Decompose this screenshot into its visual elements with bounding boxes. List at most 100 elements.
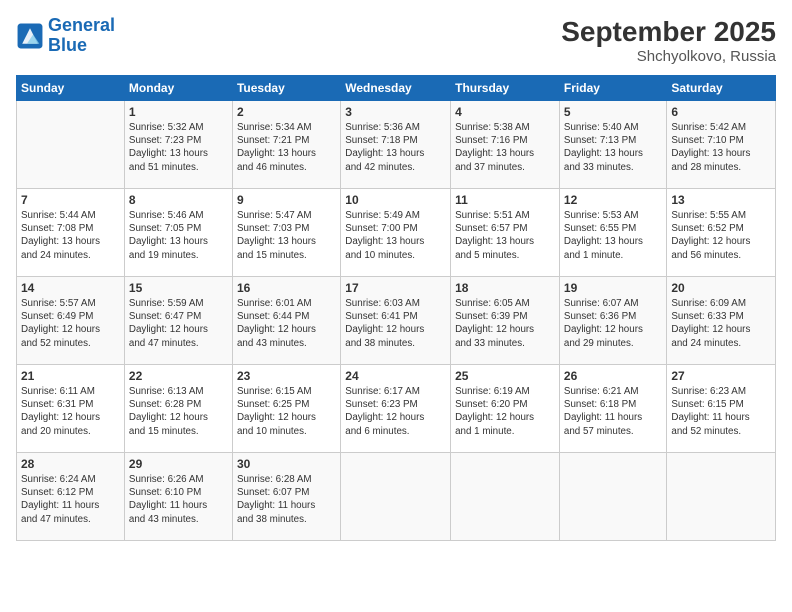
day-info: Sunrise: 6:05 AM Sunset: 6:39 PM Dayligh… [455,297,555,350]
col-wednesday: Wednesday [341,76,451,101]
day-info: Sunrise: 5:49 AM Sunset: 7:00 PM Dayligh… [345,209,446,262]
page-header: General Blue September 2025 Shchyolkovo,… [16,16,776,65]
day-number: 23 [237,369,336,383]
day-info: Sunrise: 6:21 AM Sunset: 6:18 PM Dayligh… [564,385,662,438]
day-info: Sunrise: 5:36 AM Sunset: 7:18 PM Dayligh… [345,121,446,174]
day-number: 8 [129,193,228,207]
col-tuesday: Tuesday [232,76,340,101]
table-cell: 21 Sunrise: 6:11 AM Sunset: 6:31 PM Dayli… [17,365,125,453]
day-info: Sunrise: 5:34 AM Sunset: 7:21 PM Dayligh… [237,121,336,174]
location-subtitle: Shchyolkovo, Russia [561,48,776,65]
table-cell: 15 Sunrise: 5:59 AM Sunset: 6:47 PM Dayli… [124,277,232,365]
table-cell: 7 Sunrise: 5:44 AM Sunset: 7:08 PM Daylig… [17,189,125,277]
day-number: 24 [345,369,446,383]
table-cell: 5Sunrise: 5:40 AM Sunset: 7:13 PM Daylig… [559,101,666,189]
day-info: Sunrise: 5:46 AM Sunset: 7:05 PM Dayligh… [129,209,228,262]
logo-line1: General [48,15,115,35]
month-title: September 2025 [561,16,776,48]
table-cell: 13 Sunrise: 5:55 AM Sunset: 6:52 PM Dayli… [667,189,776,277]
table-cell: 11 Sunrise: 5:51 AM Sunset: 6:57 PM Dayli… [451,189,560,277]
day-info: Sunrise: 6:13 AM Sunset: 6:28 PM Dayligh… [129,385,228,438]
day-number: 20 [671,281,771,295]
day-number: 21 [21,369,120,383]
week-row-4: 21 Sunrise: 6:11 AM Sunset: 6:31 PM Dayli… [17,365,776,453]
table-cell: 2 Sunrise: 5:34 AM Sunset: 7:21 PM Daylig… [232,101,340,189]
day-number: 15 [129,281,228,295]
day-number: 13 [671,193,771,207]
col-saturday: Saturday [667,76,776,101]
table-cell: 25Sunrise: 6:19 AM Sunset: 6:20 PM Dayli… [451,365,560,453]
table-cell: 10 Sunrise: 5:49 AM Sunset: 7:00 PM Dayli… [341,189,451,277]
table-cell: 8 Sunrise: 5:46 AM Sunset: 7:05 PM Daylig… [124,189,232,277]
day-info: Sunrise: 6:17 AM Sunset: 6:23 PM Dayligh… [345,385,446,438]
logo: General Blue [16,16,115,56]
day-info: Sunrise: 5:32 AM Sunset: 7:23 PM Dayligh… [129,121,228,174]
day-info: Sunrise: 6:07 AM Sunset: 6:36 PM Dayligh… [564,297,662,350]
day-number: 26 [564,369,662,383]
table-cell: 29 Sunrise: 6:26 AM Sunset: 6:10 PM Dayli… [124,453,232,541]
day-info: Sunrise: 5:42 AM Sunset: 7:10 PM Dayligh… [671,121,771,174]
table-cell [341,453,451,541]
table-cell: 9 Sunrise: 5:47 AM Sunset: 7:03 PM Daylig… [232,189,340,277]
day-number: 4 [455,105,555,119]
day-info: Sunrise: 5:59 AM Sunset: 6:47 PM Dayligh… [129,297,228,350]
table-cell: 20 Sunrise: 6:09 AM Sunset: 6:33 PM Dayli… [667,277,776,365]
day-info: Sunrise: 5:47 AM Sunset: 7:03 PM Dayligh… [237,209,336,262]
day-number: 9 [237,193,336,207]
day-info: Sunrise: 5:53 AM Sunset: 6:55 PM Dayligh… [564,209,662,262]
week-row-1: 1 Sunrise: 5:32 AM Sunset: 7:23 PM Daylig… [17,101,776,189]
day-number: 17 [345,281,446,295]
day-info: Sunrise: 6:26 AM Sunset: 6:10 PM Dayligh… [129,473,228,526]
table-cell: 12 Sunrise: 5:53 AM Sunset: 6:55 PM Dayli… [559,189,666,277]
day-number: 7 [21,193,120,207]
day-number: 27 [671,369,771,383]
logo-icon [16,22,44,50]
day-info: Sunrise: 6:28 AM Sunset: 6:07 PM Dayligh… [237,473,336,526]
table-cell: 22 Sunrise: 6:13 AM Sunset: 6:28 PM Dayli… [124,365,232,453]
day-number: 19 [564,281,662,295]
day-number: 1 [129,105,228,119]
day-info: Sunrise: 6:11 AM Sunset: 6:31 PM Dayligh… [21,385,120,438]
table-cell: 3 Sunrise: 5:36 AM Sunset: 7:18 PM Daylig… [341,101,451,189]
table-cell: 30Sunrise: 6:28 AM Sunset: 6:07 PM Dayli… [232,453,340,541]
table-cell: 16Sunrise: 6:01 AM Sunset: 6:44 PM Dayli… [232,277,340,365]
day-number: 10 [345,193,446,207]
table-cell: 17Sunrise: 6:03 AM Sunset: 6:41 PM Dayli… [341,277,451,365]
table-cell: 24 Sunrise: 6:17 AM Sunset: 6:23 PM Dayli… [341,365,451,453]
day-info: Sunrise: 5:40 AM Sunset: 7:13 PM Dayligh… [564,121,662,174]
logo-line2: Blue [48,35,87,55]
day-number: 29 [129,457,228,471]
day-info: Sunrise: 5:38 AM Sunset: 7:16 PM Dayligh… [455,121,555,174]
day-number: 18 [455,281,555,295]
day-info: Sunrise: 5:44 AM Sunset: 7:08 PM Dayligh… [21,209,120,262]
day-number: 11 [455,193,555,207]
table-cell: 4 Sunrise: 5:38 AM Sunset: 7:16 PM Daylig… [451,101,560,189]
day-number: 28 [21,457,120,471]
day-info: Sunrise: 6:15 AM Sunset: 6:25 PM Dayligh… [237,385,336,438]
col-monday: Monday [124,76,232,101]
table-cell: 26 Sunrise: 6:21 AM Sunset: 6:18 PM Dayli… [559,365,666,453]
table-cell: 14Sunrise: 5:57 AM Sunset: 6:49 PM Dayli… [17,277,125,365]
table-cell: 28 Sunrise: 6:24 AM Sunset: 6:12 PM Dayli… [17,453,125,541]
day-info: Sunrise: 6:09 AM Sunset: 6:33 PM Dayligh… [671,297,771,350]
week-row-5: 28 Sunrise: 6:24 AM Sunset: 6:12 PM Dayli… [17,453,776,541]
table-cell: 23 Sunrise: 6:15 AM Sunset: 6:25 PM Dayli… [232,365,340,453]
week-row-2: 7 Sunrise: 5:44 AM Sunset: 7:08 PM Daylig… [17,189,776,277]
day-number: 3 [345,105,446,119]
day-number: 22 [129,369,228,383]
table-cell [559,453,666,541]
day-number: 12 [564,193,662,207]
calendar-header-row: Sunday Monday Tuesday Wednesday Thursday… [17,76,776,101]
calendar-table: Sunday Monday Tuesday Wednesday Thursday… [16,75,776,541]
table-cell [17,101,125,189]
day-number: 2 [237,105,336,119]
day-info: Sunrise: 6:24 AM Sunset: 6:12 PM Dayligh… [21,473,120,526]
title-block: September 2025 Shchyolkovo, Russia [561,16,776,65]
day-info: Sunrise: 5:55 AM Sunset: 6:52 PM Dayligh… [671,209,771,262]
table-cell: 19 Sunrise: 6:07 AM Sunset: 6:36 PM Dayli… [559,277,666,365]
table-cell: 18 Sunrise: 6:05 AM Sunset: 6:39 PM Dayli… [451,277,560,365]
table-cell [667,453,776,541]
day-info: Sunrise: 6:19 AM Sunset: 6:20 PM Dayligh… [455,385,555,438]
day-info: Sunrise: 5:51 AM Sunset: 6:57 PM Dayligh… [455,209,555,262]
col-thursday: Thursday [451,76,560,101]
